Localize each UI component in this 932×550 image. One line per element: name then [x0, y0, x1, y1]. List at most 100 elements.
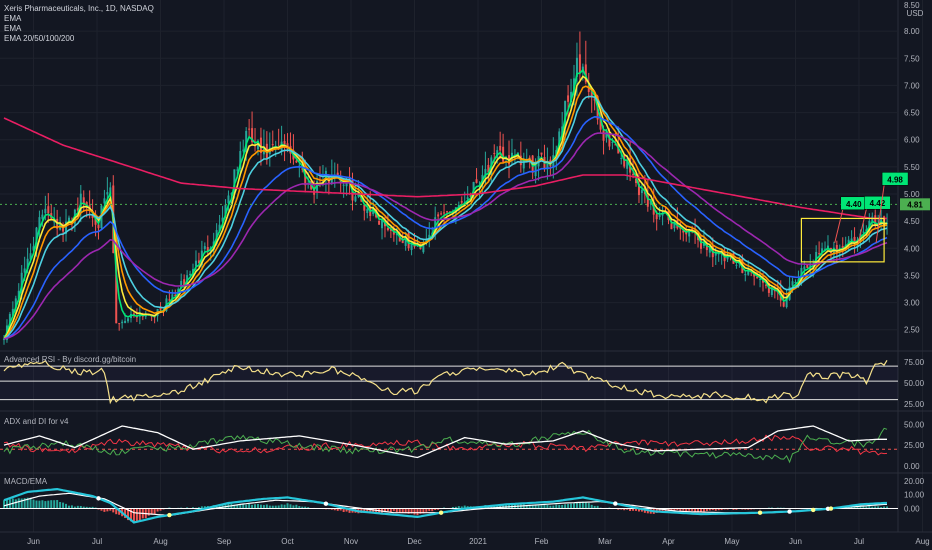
price-tick-label: 5.50: [904, 163, 920, 172]
price-tick-label: 6.50: [904, 109, 920, 118]
rsi-panel-title[interactable]: Advanced RSI - By discord.gg/bitcoin: [4, 355, 136, 364]
candle-body: [23, 268, 26, 273]
macd-histogram-bar: [395, 508, 398, 513]
macd-histogram-bar: [561, 504, 564, 509]
candle-body: [493, 153, 496, 155]
macd-histogram-bar: [413, 508, 416, 515]
x-tick-label: Apr: [662, 537, 675, 546]
adx-tick-label: 50.00: [904, 420, 925, 429]
macd-histogram-bar: [587, 503, 590, 509]
macd-histogram-bar: [295, 504, 298, 509]
macd-histogram-bar: [112, 508, 115, 513]
candle-body: [342, 184, 345, 186]
candle-body: [735, 264, 738, 266]
macd-histogram-bar: [53, 500, 56, 509]
macd-histogram-bar: [543, 505, 546, 509]
candle-body: [862, 231, 865, 233]
indicator-ema-2[interactable]: EMA: [4, 24, 154, 34]
adx-panel-title[interactable]: ADX and DI for v4: [4, 417, 68, 426]
price-tag-label: 4.98: [887, 175, 903, 184]
candle-body: [744, 274, 747, 276]
adx-tick-label: 0.00: [904, 462, 920, 471]
macd-histogram-bar: [20, 498, 23, 509]
candle-body: [578, 54, 581, 73]
macd-histogram-bar: [50, 500, 53, 509]
x-tick-label: Nov: [344, 537, 358, 546]
macd-histogram-bar: [138, 508, 141, 521]
macd-histogram-bar: [262, 505, 265, 509]
x-tick-label: Jun: [27, 537, 40, 546]
currency-label: USD: [907, 9, 924, 18]
macd-histogram-bar: [251, 504, 254, 509]
symbol-title[interactable]: Xeris Pharmaceuticals, Inc., 1D, NASDAQ: [4, 4, 154, 14]
macd-histogram-bar: [41, 500, 44, 509]
candle-body: [658, 214, 661, 217]
macd-cross-dot: [96, 496, 101, 501]
candle-body: [47, 206, 50, 214]
candle-body: [460, 201, 463, 203]
macd-histogram-bar: [575, 502, 578, 509]
macd-histogram-bar: [578, 502, 581, 509]
macd-cross-dot: [323, 501, 329, 506]
macd-histogram-bar: [245, 504, 248, 509]
macd-histogram-bar: [584, 501, 587, 509]
price-tick-label: 8.00: [904, 27, 920, 36]
adx-tick-label: 25.00: [904, 441, 925, 450]
candle-body: [354, 196, 357, 202]
macd-panel-title[interactable]: MACD/EMA: [4, 477, 47, 486]
x-tick-label: Jul: [854, 537, 864, 546]
candle-body: [44, 208, 47, 214]
macd-histogram-bar: [555, 504, 558, 509]
candle-body: [189, 273, 192, 276]
rsi-tick-label: 50.00: [904, 379, 925, 388]
macd-histogram-bar: [558, 504, 561, 509]
macd-histogram-bar: [286, 503, 289, 509]
macd-tick-label: 0.00: [904, 505, 920, 514]
macd-histogram-bar: [59, 501, 62, 509]
macd-cross-dot: [787, 509, 792, 514]
current-price-label: 4.81: [907, 200, 923, 209]
indicator-ema-ribbon[interactable]: EMA 20/50/100/200: [4, 34, 154, 44]
macd-histogram-bar: [32, 499, 35, 509]
price-tick-label: 7.00: [904, 81, 920, 90]
candle-body: [803, 266, 806, 270]
candle-body: [295, 160, 298, 163]
candle-body: [782, 302, 785, 307]
candle-body: [440, 213, 443, 215]
macd-cross-dot: [438, 510, 444, 515]
macd-histogram-bar: [14, 499, 17, 509]
candle-body: [850, 238, 853, 241]
macd-histogram-bar: [265, 504, 268, 509]
macd-histogram-bar: [590, 504, 593, 509]
candle-body: [759, 279, 762, 281]
macd-histogram-bar: [416, 508, 419, 516]
candle-body: [818, 253, 821, 255]
indicator-ema-1[interactable]: EMA: [4, 14, 154, 24]
macd-histogram-bar: [570, 503, 573, 509]
candle-body: [620, 158, 623, 160]
macd-histogram-bar: [65, 503, 68, 509]
macd-cross-dot: [167, 512, 172, 518]
x-tick-label: Sep: [217, 537, 232, 546]
macd-histogram-bar: [3, 500, 5, 509]
x-tick-label: Mar: [598, 537, 612, 546]
macd-histogram-bar: [38, 500, 41, 509]
macd-histogram-bar: [289, 504, 292, 509]
trading-chart[interactable]: Jun Jul Aug Sep Oct Nov Dec 2021 Feb Mar Apr May Jun…: [0, 0, 932, 550]
chart-legend: Xeris Pharmaceuticals, Inc., 1D, NASDAQ …: [4, 4, 154, 44]
candle-body: [363, 205, 366, 211]
candle-body: [203, 246, 206, 250]
macd-cross-dot: [811, 507, 816, 513]
candle-body: [655, 214, 658, 220]
macd-histogram-bar: [35, 500, 38, 509]
macd-histogram-bar: [242, 504, 245, 509]
x-tick-label: Feb: [535, 537, 549, 546]
macd-histogram-bar: [546, 504, 549, 509]
macd-histogram-bar: [401, 508, 404, 513]
macd-histogram-bar: [280, 504, 283, 509]
candle-body: [567, 95, 570, 102]
candle-body: [127, 318, 130, 322]
macd-cross-dot: [828, 506, 834, 511]
price-tick-label: 7.50: [904, 54, 920, 63]
candle-body: [640, 190, 643, 193]
